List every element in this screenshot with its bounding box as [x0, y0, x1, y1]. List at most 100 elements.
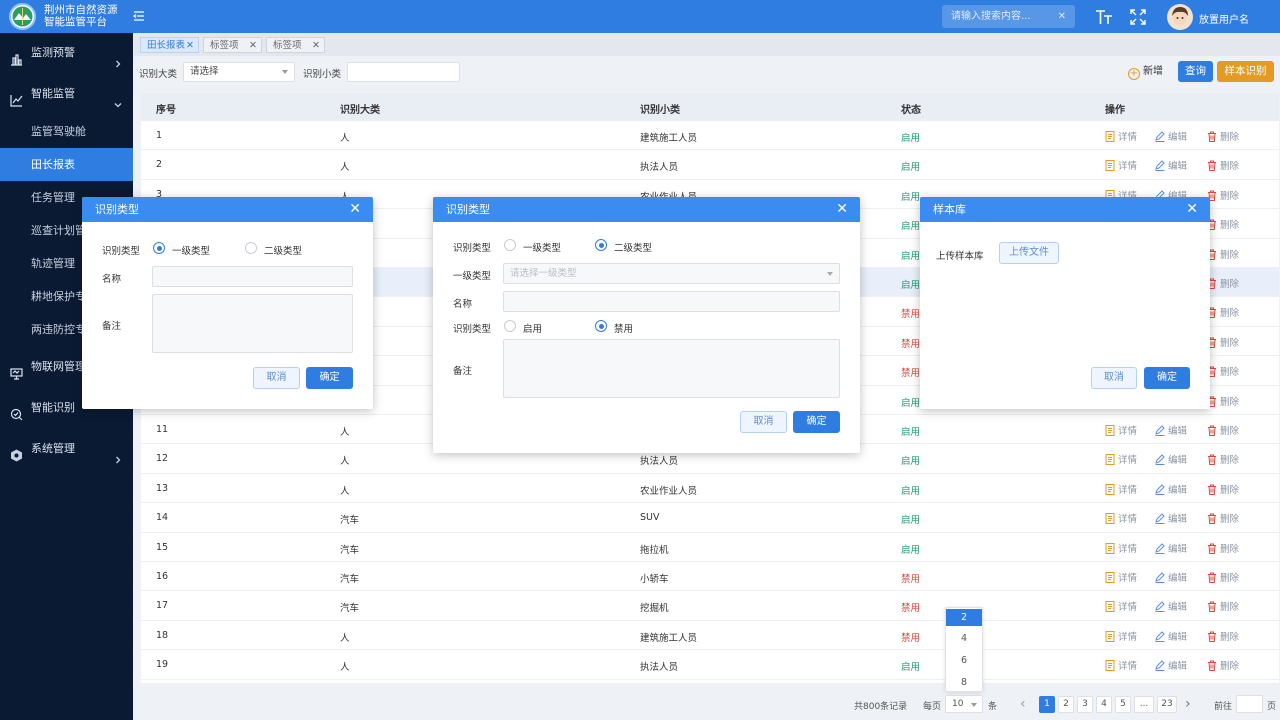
per-page-option[interactable]: 4 — [946, 630, 982, 647]
delete-button[interactable]: 删除 — [1207, 423, 1239, 437]
delete-button[interactable]: 删除 — [1207, 188, 1239, 202]
radio-level2[interactable] — [595, 239, 607, 251]
delete-button[interactable]: 删除 — [1207, 541, 1239, 555]
tab-close-icon[interactable]: ✕ — [249, 38, 257, 54]
sidebar-item-monitoring[interactable]: 监测预警 — [0, 36, 133, 69]
category-select[interactable]: 请选择 — [183, 62, 295, 82]
edit-button[interactable]: 编辑 — [1155, 452, 1187, 466]
edit-button[interactable]: 编辑 — [1155, 541, 1187, 555]
next-page-icon[interactable]: › — [1185, 696, 1191, 712]
delete-button[interactable]: 删除 — [1207, 482, 1239, 496]
confirm-button[interactable]: 确定 — [306, 367, 353, 389]
menu-collapse-icon[interactable] — [133, 10, 145, 22]
cancel-button[interactable]: 取消 — [740, 411, 787, 433]
delete-button[interactable]: 删除 — [1207, 394, 1239, 408]
radio-level1[interactable] — [153, 242, 165, 254]
close-icon[interactable]: ✕ — [349, 197, 361, 221]
cancel-button[interactable]: 取消 — [253, 367, 300, 389]
fullscreen-icon[interactable] — [1129, 8, 1147, 26]
detail-button[interactable]: 详情 — [1105, 482, 1137, 496]
detail-button[interactable]: 详情 — [1105, 658, 1137, 672]
detail-button[interactable]: 详情 — [1105, 570, 1137, 584]
name-input[interactable] — [152, 266, 353, 287]
radio-disabled[interactable] — [595, 320, 607, 332]
edit-button[interactable]: 编辑 — [1155, 511, 1187, 525]
close-icon[interactable]: ✕ — [836, 197, 848, 221]
search-clear-icon[interactable]: ✕ — [1058, 5, 1066, 28]
delete-button[interactable]: 删除 — [1207, 599, 1239, 613]
sidebar-subitem-report[interactable]: 田长报表 — [0, 148, 133, 181]
tab-close-icon[interactable]: ✕ — [186, 38, 194, 54]
delete-button[interactable]: 删除 — [1207, 452, 1239, 466]
per-page-select[interactable]: 10 — [945, 695, 983, 713]
tab-label-item[interactable]: 标签项 ✕ — [203, 37, 262, 53]
remark-textarea[interactable] — [152, 294, 353, 353]
add-button[interactable]: + 新增 — [1128, 63, 1163, 81]
confirm-button[interactable]: 确定 — [793, 411, 840, 433]
delete-button[interactable]: 删除 — [1207, 364, 1239, 378]
edit-button[interactable]: 编辑 — [1155, 129, 1187, 143]
radio-enabled[interactable] — [504, 320, 516, 332]
confirm-button[interactable]: 确定 — [1144, 367, 1190, 389]
delete-button[interactable]: 删除 — [1207, 276, 1239, 290]
avatar[interactable] — [1167, 4, 1193, 30]
delete-button[interactable]: 删除 — [1207, 158, 1239, 172]
sample-recognition-button[interactable]: 样本识别 — [1217, 61, 1274, 82]
delete-button[interactable]: 删除 — [1207, 217, 1239, 231]
detail-button[interactable]: 详情 — [1105, 452, 1137, 466]
delete-button[interactable]: 删除 — [1207, 335, 1239, 349]
per-page-option[interactable]: 2 — [946, 609, 982, 626]
edit-button[interactable]: 编辑 — [1155, 423, 1187, 437]
delete-button[interactable]: 删除 — [1207, 305, 1239, 319]
delete-button[interactable]: 删除 — [1207, 511, 1239, 525]
edit-button[interactable]: 编辑 — [1155, 482, 1187, 496]
edit-button[interactable]: 编辑 — [1155, 158, 1187, 172]
username[interactable]: 放置用户名 — [1199, 11, 1249, 26]
search-input[interactable]: 请输入搜索内容... ✕ — [942, 5, 1075, 28]
upload-file-button[interactable]: 上传文件 — [999, 242, 1059, 264]
sidebar-subitem-cockpit[interactable]: 监管驾驶舱 — [0, 115, 133, 148]
tab-label-item[interactable]: 标签项 ✕ — [266, 37, 325, 53]
edit-button[interactable]: 编辑 — [1155, 599, 1187, 613]
delete-button[interactable]: 删除 — [1207, 629, 1239, 643]
tab-report[interactable]: 田长报表 ✕ — [140, 37, 199, 53]
page-button[interactable]: 23 — [1157, 696, 1177, 713]
detail-button[interactable]: 详情 — [1105, 423, 1137, 437]
tab-close-icon[interactable]: ✕ — [312, 38, 320, 54]
radio-level1[interactable] — [504, 239, 516, 251]
page-button[interactable]: 3 — [1077, 696, 1093, 713]
radio-level2[interactable] — [245, 242, 257, 254]
per-page-option[interactable]: 8 — [946, 674, 982, 691]
delete-button[interactable]: 删除 — [1207, 129, 1239, 143]
detail-button[interactable]: 详情 — [1105, 158, 1137, 172]
edit-button[interactable]: 编辑 — [1155, 629, 1187, 643]
detail-button[interactable]: 详情 — [1105, 599, 1137, 613]
per-page-option[interactable]: 6 — [946, 652, 982, 669]
name-input[interactable] — [503, 291, 840, 312]
sidebar-item-system[interactable]: 系统管理 — [0, 432, 133, 465]
delete-button[interactable]: 删除 — [1207, 658, 1239, 672]
detail-button[interactable]: 详情 — [1105, 541, 1137, 555]
font-size-icon[interactable] — [1095, 8, 1113, 26]
detail-button[interactable]: 详情 — [1105, 511, 1137, 525]
sidebar-item-supervision[interactable]: 智能监管 — [0, 77, 133, 110]
page-button[interactable]: 2 — [1058, 696, 1074, 713]
delete-button[interactable]: 删除 — [1207, 247, 1239, 261]
edit-button[interactable]: 编辑 — [1155, 570, 1187, 584]
page-button[interactable]: 5 — [1115, 696, 1131, 713]
parent-type-select[interactable]: 请选择一级类型 — [503, 263, 840, 284]
edit-button[interactable]: 编辑 — [1155, 658, 1187, 672]
cancel-button[interactable]: 取消 — [1091, 367, 1137, 389]
delete-button[interactable]: 删除 — [1207, 570, 1239, 584]
query-button[interactable]: 查询 — [1178, 61, 1213, 82]
page-button[interactable]: 4 — [1096, 696, 1112, 713]
detail-icon — [1105, 160, 1115, 172]
remark-textarea[interactable] — [503, 339, 840, 398]
prev-page-icon[interactable]: ‹ — [1020, 696, 1026, 712]
detail-button[interactable]: 详情 — [1105, 129, 1137, 143]
subcategory-input[interactable] — [347, 62, 460, 82]
page-button[interactable]: 1 — [1039, 696, 1055, 713]
goto-page-input[interactable] — [1236, 695, 1263, 713]
close-icon[interactable]: ✕ — [1186, 197, 1198, 221]
detail-button[interactable]: 详情 — [1105, 629, 1137, 643]
